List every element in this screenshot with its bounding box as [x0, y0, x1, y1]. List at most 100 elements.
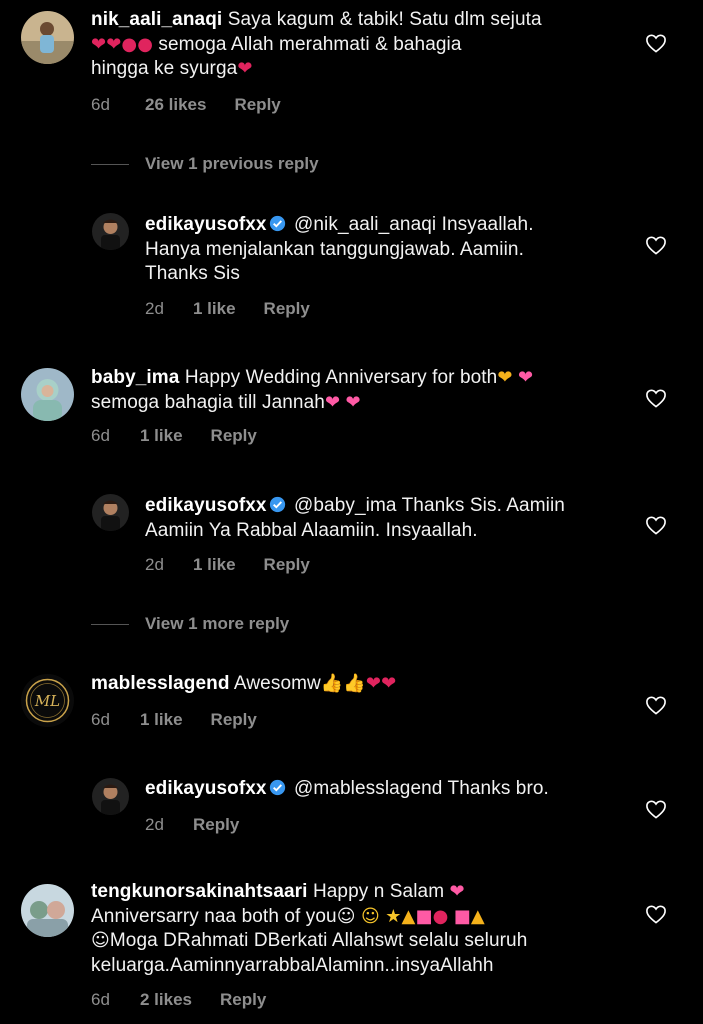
- bride-emoji-icon: ☺: [91, 930, 110, 951]
- comment-body-line: @nik_aali_anaqi Insyaallah.: [293, 214, 534, 235]
- avatar[interactable]: ML: [21, 674, 74, 727]
- reply-button[interactable]: Reply: [264, 299, 310, 319]
- likes-count[interactable]: 26 likes: [145, 95, 206, 115]
- avatar[interactable]: [21, 884, 74, 937]
- timestamp: 2d: [145, 815, 164, 834]
- balloon-emoji-icon: ●: [121, 33, 138, 55]
- comment-meta: 6d 26 likes Reply: [91, 95, 281, 115]
- divider-line: [91, 163, 129, 165]
- reply-button[interactable]: Reply: [193, 815, 239, 835]
- comment-body-line: Moga DRahmati DBerkati Allahswt selalu s…: [109, 930, 528, 951]
- view-more-replies[interactable]: View 1 more reply: [91, 614, 289, 634]
- balloon-emoji-icon: ●: [432, 905, 449, 927]
- divider-line: [91, 623, 129, 625]
- likes-count[interactable]: 1 like: [193, 555, 236, 575]
- sparkling-heart-emoji-icon: ❤: [517, 367, 534, 388]
- comment-body-line: keluarga.AaminnyarrabbalAlaminn..insyaAl…: [91, 954, 494, 976]
- sparkling-heart-emoji-icon: ❤: [449, 881, 465, 902]
- comment-meta: 6d 1 like Reply: [91, 710, 257, 730]
- heart-emoji-icon: ❤: [91, 33, 107, 55]
- thumbs-up-emoji-icon: 👍: [320, 673, 344, 694]
- comment-text: edikayusofxx @baby_ima Thanks Sis. Aamii…: [145, 494, 625, 543]
- comment-body-line: hingga ke syurga: [91, 58, 238, 79]
- comment-meta: 2d 1 like Reply: [145, 555, 310, 575]
- comment-body-line: semoga Allah merahmati & bahagia: [158, 33, 462, 55]
- party-popper-emoji-icon: ▲: [401, 905, 416, 927]
- reply-button[interactable]: Reply: [211, 426, 257, 446]
- heart-icon[interactable]: [645, 235, 667, 255]
- username[interactable]: tengkunorsakinahtsaari: [91, 881, 308, 902]
- ml-monogram-text: ML: [34, 692, 60, 710]
- view-replies-label[interactable]: View 1 previous reply: [145, 154, 319, 174]
- comment-meta: 6d 1 like Reply: [91, 426, 257, 446]
- reply-button[interactable]: Reply: [220, 990, 266, 1010]
- comment-meta: 2d Reply: [145, 815, 239, 835]
- heart-icon[interactable]: [645, 799, 667, 819]
- timestamp: 6d: [91, 426, 110, 445]
- verified-badge-icon: [269, 496, 286, 513]
- timestamp: 2d: [145, 299, 164, 318]
- comment-text: edikayusofxx @mablesslagend Thanks bro.: [145, 777, 625, 802]
- heart-icon[interactable]: [645, 904, 667, 924]
- heart-emoji-icon: ❤: [237, 58, 253, 79]
- heart-icon[interactable]: [645, 33, 667, 53]
- party-popper-emoji-icon: ▲: [470, 905, 485, 927]
- reply-button[interactable]: Reply: [211, 710, 257, 730]
- timestamp: 6d: [91, 95, 110, 114]
- likes-count[interactable]: 1 like: [140, 710, 183, 730]
- username[interactable]: mablesslagend: [91, 673, 230, 694]
- comment-body-line: Saya kagum & tabik! Satu dlm sejuta: [227, 9, 542, 30]
- comment-text: mablesslagend Awesomw👍👍❤❤: [91, 672, 631, 697]
- heart-emoji-icon: ❤: [106, 33, 122, 55]
- avatar[interactable]: [92, 778, 129, 815]
- comment-body-line: Hanya menjalankan tanggungjawab. Aamiin.: [145, 238, 524, 260]
- comment-body-line: Aamiin Ya Rabbal Alaamiin. Insyaallah.: [145, 519, 478, 541]
- comment-body-line: @mablesslagend Thanks bro.: [293, 778, 549, 799]
- comment-meta: 6d 2 likes Reply: [91, 990, 266, 1010]
- avatar[interactable]: [92, 213, 129, 250]
- verified-badge-icon: [269, 215, 286, 232]
- timestamp: 6d: [91, 710, 110, 729]
- gift-emoji-icon: ■: [415, 905, 433, 927]
- comment-body-line: @baby_ima Thanks Sis. Aamiin: [293, 495, 565, 516]
- hugging-face-emoji-icon: ☺: [360, 905, 380, 927]
- balloon-emoji-icon: ●: [137, 33, 153, 55]
- comment-body-line: semoga bahagia till Jannah: [91, 391, 325, 413]
- comment-text: tengkunorsakinahtsaari Happy n Salam ❤ A…: [91, 880, 631, 978]
- gift-heart-emoji-icon: ❤: [497, 367, 513, 388]
- comment-text: baby_ima Happy Wedding Anniversary for b…: [91, 366, 631, 415]
- reply-button[interactable]: Reply: [264, 555, 310, 575]
- username[interactable]: edikayusofxx: [145, 778, 267, 799]
- verified-badge-icon: [269, 779, 286, 796]
- comment-body-line: Anniversarry naa both of you: [91, 905, 337, 927]
- heart-icon[interactable]: [645, 695, 667, 715]
- view-replies-label[interactable]: View 1 more reply: [145, 614, 289, 634]
- heart-emoji-icon: ❤: [381, 673, 397, 694]
- two-hearts-emoji-icon: ❤: [324, 391, 341, 413]
- avatar[interactable]: [21, 11, 74, 64]
- heart-icon[interactable]: [645, 388, 667, 408]
- likes-count[interactable]: 1 like: [140, 426, 183, 446]
- comment-body-line: Happy Wedding Anniversary for both: [184, 367, 498, 388]
- username[interactable]: nik_aali_anaqi: [91, 9, 222, 30]
- comment-meta: 2d 1 like Reply: [145, 299, 310, 319]
- avatar[interactable]: [92, 494, 129, 531]
- likes-count[interactable]: 1 like: [193, 299, 236, 319]
- comment-text: nik_aali_anaqi Saya kagum & tabik! Satu …: [91, 8, 631, 82]
- likes-count[interactable]: 2 likes: [140, 990, 192, 1010]
- star-emoji-icon: ★: [385, 905, 402, 927]
- thumbs-up-emoji-icon: 👍: [343, 673, 366, 694]
- view-previous-replies[interactable]: View 1 previous reply: [91, 154, 319, 174]
- comment-body-line: Awesomw: [233, 673, 321, 694]
- username[interactable]: edikayusofxx: [145, 495, 267, 516]
- avatar[interactable]: [21, 368, 74, 421]
- comment-text: edikayusofxx @nik_aali_anaqi Insyaallah.…: [145, 213, 625, 287]
- heart-icon[interactable]: [645, 515, 667, 535]
- username[interactable]: edikayusofxx: [145, 214, 267, 235]
- comment-body-line: Happy n Salam: [312, 881, 445, 902]
- reply-button[interactable]: Reply: [234, 95, 280, 115]
- heart-emoji-icon: ❤: [365, 673, 382, 694]
- gift-emoji-icon: ■: [453, 905, 471, 927]
- timestamp: 2d: [145, 555, 164, 574]
- username[interactable]: baby_ima: [91, 367, 179, 388]
